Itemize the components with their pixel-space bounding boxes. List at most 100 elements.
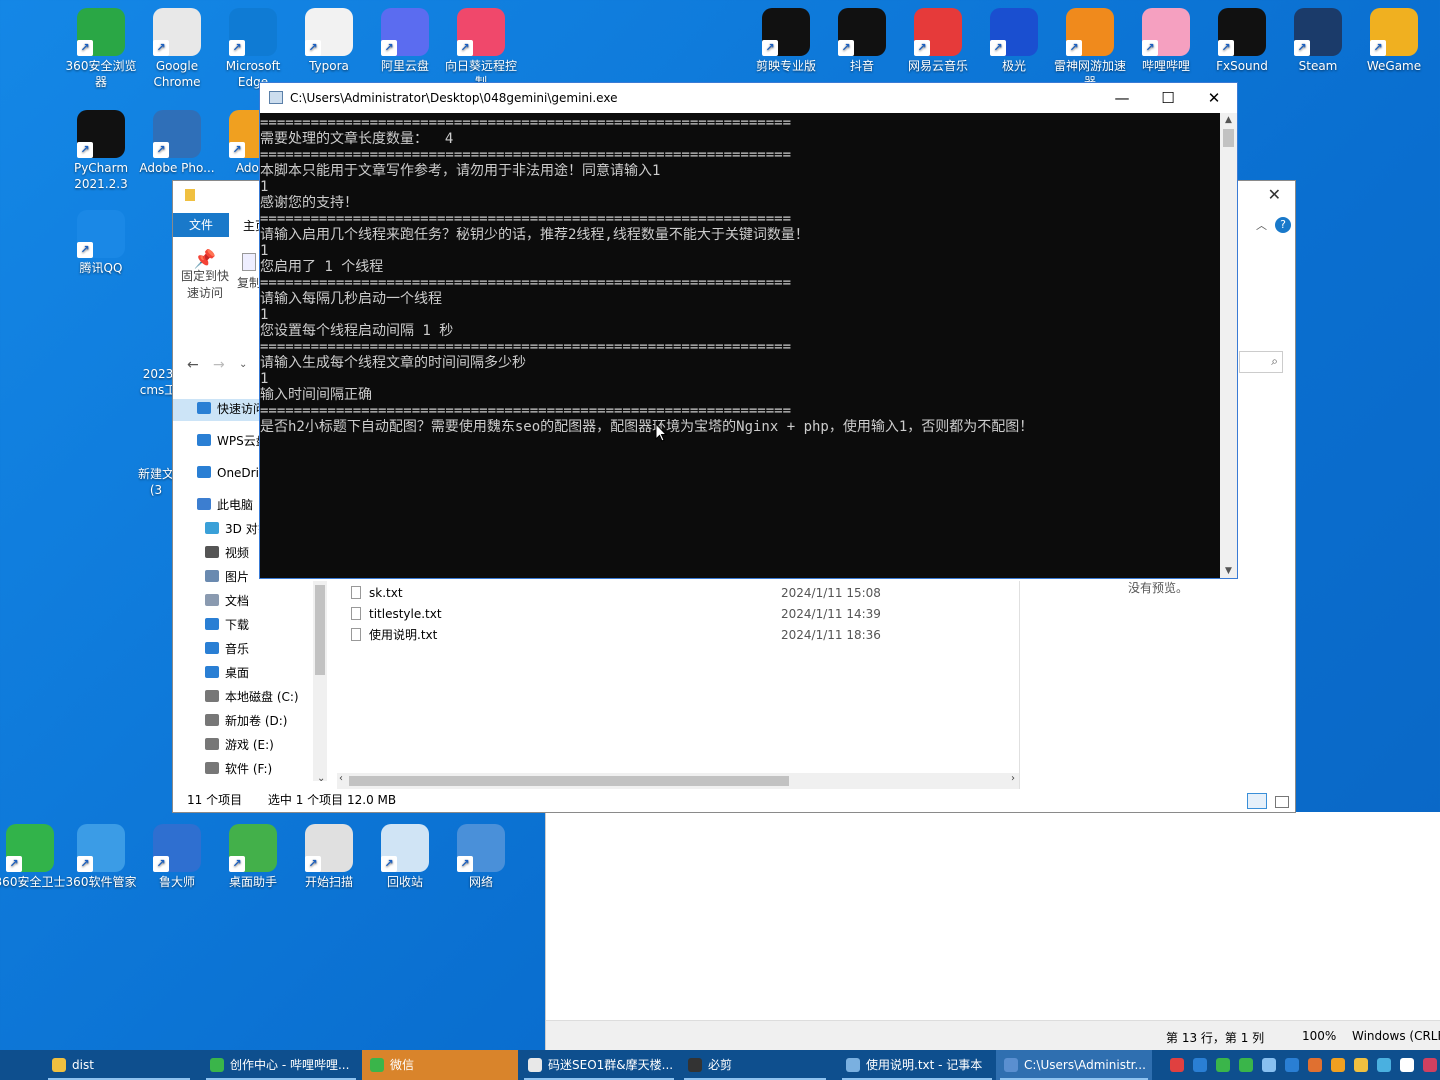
- desktop-icon-top-right-6[interactable]: FxSound: [1204, 8, 1280, 74]
- taskbar-item-1[interactable]: 创作中心 - 哔哩哔哩...: [202, 1050, 360, 1080]
- taskbar-item-0[interactable]: dist: [44, 1050, 194, 1080]
- file-row[interactable]: titlestyle.txt 2024/1/11 14:39: [351, 604, 1011, 624]
- desktop-icon-bottom-4-label: 开始扫描: [304, 875, 353, 889]
- console-line: 您设置每个线程启动间隔 1 秒: [260, 323, 454, 339]
- taskbar-item-2[interactable]: 微信: [362, 1050, 518, 1080]
- desktop-icon-top-right-5[interactable]: 哔哩哔哩: [1128, 8, 1204, 74]
- nav-item-3[interactable]: 此电脑: [197, 495, 253, 515]
- desktop-icon-top-left-2[interactable]: Microsoft Edge: [215, 8, 291, 90]
- desktop-icon-top-left-0[interactable]: 360安全浏览器: [63, 8, 139, 90]
- desktop-icon-left-3[interactable]: 腾讯QQ: [63, 210, 139, 276]
- console-window[interactable]: C:\Users\Administrator\Desktop\048gemini…: [259, 82, 1238, 579]
- taskbar-item-5[interactable]: 使用说明.txt - 记事本: [838, 1050, 996, 1080]
- tray-icon[interactable]: [1262, 1058, 1276, 1072]
- scroll-up-icon[interactable]: ▲: [1220, 115, 1237, 125]
- desktop-icon-top-right-8[interactable]: WeGame: [1356, 8, 1432, 74]
- desktop-icon-bottom-2[interactable]: 鲁大师: [139, 824, 215, 890]
- nav-item-0[interactable]: 快速访问: [197, 399, 265, 419]
- desktop-icon-top-left-5[interactable]: 向日葵远程控制: [443, 8, 519, 90]
- tray-icon[interactable]: [1354, 1058, 1368, 1072]
- file-row[interactable]: 使用说明.txt 2024/1/11 18:36: [351, 625, 1011, 645]
- chevron-down-icon[interactable]: ⌄: [239, 359, 247, 370]
- scroll-down-icon[interactable]: ▼: [1220, 566, 1237, 576]
- pin-quick-access-button[interactable]: 📌 固定到快速访问: [179, 251, 231, 302]
- nav-item-7[interactable]: 文档: [205, 591, 249, 611]
- taskbar-item-label: 使用说明.txt - 记事本: [866, 1058, 983, 1072]
- large-icons-view-icon[interactable]: [1275, 796, 1289, 808]
- desktop-icon-bottom-0[interactable]: 360安全卫士: [0, 824, 68, 890]
- desktop-icon-top-right-0[interactable]: 剪映专业版: [748, 8, 824, 74]
- tray-icon[interactable]: [1423, 1058, 1437, 1072]
- nav-scroll-down-icon[interactable]: ⌄: [317, 773, 325, 784]
- close-button[interactable]: ✕: [1191, 83, 1237, 113]
- maximize-button[interactable]: ☐: [1145, 83, 1191, 113]
- nav-item-icon: [205, 594, 219, 606]
- desktop-icon-top-right-2-icon: [914, 8, 962, 56]
- tray-icon[interactable]: [1170, 1058, 1184, 1072]
- nav-item-13[interactable]: 游戏 (E:): [205, 735, 274, 755]
- nav-item-5[interactable]: 视频: [205, 543, 249, 563]
- desktop-icon-bottom-5[interactable]: 回收站: [367, 824, 443, 890]
- horizontal-scrollbar[interactable]: ‹ ›: [337, 773, 1019, 789]
- details-view-icon[interactable]: [1247, 793, 1267, 809]
- tray-icon[interactable]: [1400, 1058, 1414, 1072]
- desktop-icon-bottom-6-icon: [457, 824, 505, 872]
- item-count: 11 个项目: [187, 793, 243, 807]
- back-arrow-icon[interactable]: ←: [187, 357, 199, 373]
- console-output[interactable]: ========================================…: [260, 113, 1220, 578]
- nav-item-12[interactable]: 新加卷 (D:): [205, 711, 287, 731]
- copy-button[interactable]: 复制: [237, 251, 261, 292]
- desktop-icon-bottom-1[interactable]: 360软件管家: [63, 824, 139, 890]
- tray-icon[interactable]: [1377, 1058, 1391, 1072]
- desktop-icon-top-right-4[interactable]: 雷神网游加速器: [1052, 8, 1128, 90]
- tray-icon[interactable]: [1308, 1058, 1322, 1072]
- nav-scrollbar[interactable]: [313, 581, 327, 781]
- forward-arrow-icon[interactable]: →: [213, 357, 225, 373]
- folder-icon: [185, 189, 195, 201]
- desktop-partial-label-b[interactable]: 新建文 (3: [138, 466, 174, 498]
- tray-icon[interactable]: [1216, 1058, 1230, 1072]
- tab-file[interactable]: 文件: [173, 213, 229, 237]
- nav-item-icon: [197, 498, 211, 510]
- nav-item-10[interactable]: 桌面: [205, 663, 249, 683]
- desktop-icon-top-left-3[interactable]: Typora: [291, 8, 367, 74]
- desktop-icon-left-1[interactable]: Adobe Pho...: [139, 110, 215, 176]
- desktop-icon-top-left-4[interactable]: 阿里云盘: [367, 8, 443, 74]
- nav-item-14[interactable]: 软件 (F:): [205, 759, 272, 777]
- desktop-icon-top-right-7[interactable]: Steam: [1280, 8, 1356, 74]
- taskbar-item-4[interactable]: 必剪: [680, 1050, 830, 1080]
- file-name: titlestyle.txt: [369, 607, 442, 621]
- nav-item-9[interactable]: 音乐: [205, 639, 249, 659]
- desktop-icon-bottom-3-icon: [229, 824, 277, 872]
- scroll-thumb[interactable]: [1223, 129, 1234, 147]
- explorer-close-icon[interactable]: ✕: [1268, 185, 1281, 204]
- search-box[interactable]: ⌕: [1239, 351, 1283, 373]
- tray-icon[interactable]: [1331, 1058, 1345, 1072]
- taskbar-item-label: 必剪: [708, 1058, 733, 1072]
- minimize-button[interactable]: —: [1099, 83, 1145, 113]
- desktop-icon-bottom-3[interactable]: 桌面助手: [215, 824, 291, 890]
- nav-item-1[interactable]: WPS云盘: [197, 431, 268, 451]
- tray-icon[interactable]: [1285, 1058, 1299, 1072]
- nav-item-11[interactable]: 本地磁盘 (C:): [205, 687, 299, 707]
- tray-icon[interactable]: [1239, 1058, 1253, 1072]
- desktop-icon-bottom-4[interactable]: 开始扫描: [291, 824, 367, 890]
- pin-icon: 📌: [193, 249, 217, 270]
- desktop-icon-bottom-6[interactable]: 网络: [443, 824, 519, 890]
- desktop-icon-left-0[interactable]: PyCharm 2021.2.3: [63, 110, 139, 192]
- nav-item-6[interactable]: 图片: [205, 567, 249, 587]
- nav-item-icon: [205, 762, 219, 774]
- taskbar-item-6[interactable]: C:\Users\Administr...: [996, 1050, 1152, 1080]
- console-title-bar[interactable]: C:\Users\Administrator\Desktop\048gemini…: [260, 83, 1237, 113]
- desktop-icon-top-right-2[interactable]: 网易云音乐: [900, 8, 976, 74]
- desktop-icon-top-right-1[interactable]: 抖音: [824, 8, 900, 74]
- taskbar-item-3[interactable]: 码迷SEO1群&摩天楼...: [520, 1050, 678, 1080]
- console-scrollbar[interactable]: ▲ ▼: [1220, 113, 1237, 578]
- file-row[interactable]: sk.txt 2024/1/11 15:08: [351, 583, 1011, 603]
- desktop-icon-top-left-1[interactable]: Google Chrome: [139, 8, 215, 90]
- desktop-icon-top-right-0-icon: [762, 8, 810, 56]
- desktop-icon-top-right-3[interactable]: 极光: [976, 8, 1052, 74]
- notepad-window[interactable]: 第 13 行，第 1 列 100% Windows (CRLF: [545, 812, 1440, 1050]
- nav-item-8[interactable]: 下载: [205, 615, 249, 635]
- tray-icon[interactable]: [1193, 1058, 1207, 1072]
